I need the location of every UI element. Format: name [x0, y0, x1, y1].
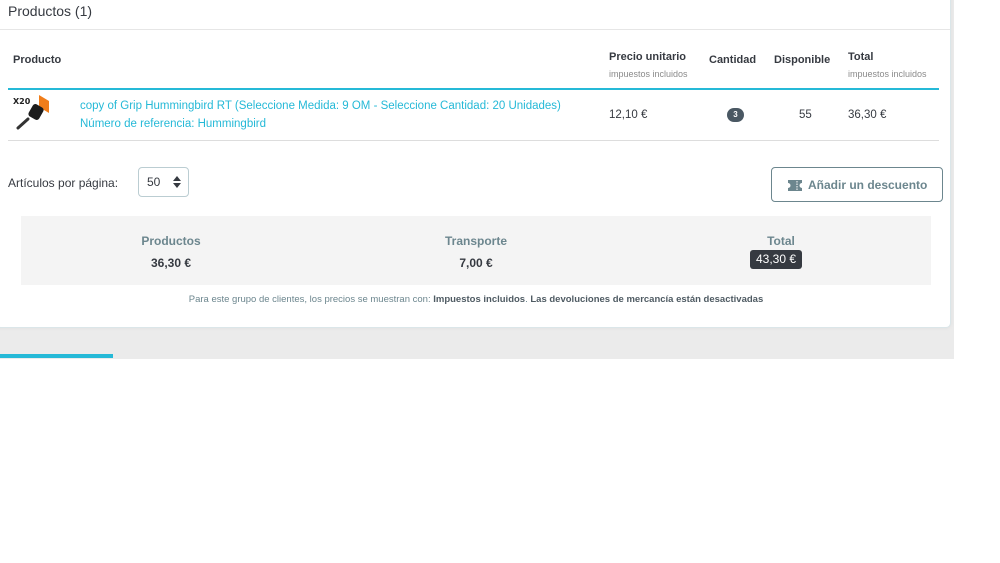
sort-arrows-icon	[173, 176, 181, 188]
footnote-prefix: Para este grupo de clientes, los precios…	[188, 294, 431, 305]
column-header-product: Producto	[13, 54, 62, 66]
summary-products-label: Productos	[141, 234, 201, 248]
summary-total-label: Total	[767, 234, 795, 248]
tab-active-indicator	[0, 354, 113, 358]
ticket-icon	[788, 180, 802, 191]
add-discount-button[interactable]: Añadir un descuento	[771, 167, 943, 202]
footnote-separator: .	[525, 294, 528, 305]
column-header-total-note: impuestos incluidos	[848, 69, 927, 79]
product-unit-price: 12,10 €	[609, 109, 648, 121]
product-name-link[interactable]: copy of Grip Hummingbird RT (Seleccione …	[80, 100, 561, 112]
order-summary: Productos 36,30 € Transporte 7,00 € Tota…	[21, 216, 931, 285]
panel-title: Productos (1)	[8, 3, 93, 19]
product-available-stock: 55	[799, 109, 812, 121]
product-reference: Número de referencia: Hummingbird	[80, 118, 266, 130]
summary-products-value: 36,30 €	[150, 256, 192, 270]
summary-shipping-value: 7,00 €	[459, 256, 493, 270]
products-panel: Productos (1) Producto Precio unitario i…	[0, 0, 951, 328]
per-page-value: 50	[147, 175, 161, 189]
per-page-label: Artículos por página:	[8, 176, 119, 190]
quantity-badge: 3	[727, 108, 744, 122]
product-thumbnail-badge: X20	[13, 97, 31, 106]
column-header-available: Disponible	[774, 54, 831, 66]
column-header-total: Total	[848, 51, 874, 63]
per-page-select[interactable]: 50	[138, 167, 189, 197]
column-header-unit-price: Precio unitario	[609, 51, 687, 63]
product-thumbnail-image: X20	[13, 95, 49, 130]
table-row-divider	[8, 140, 939, 141]
panel-header: Productos (1)	[0, 1, 950, 30]
table-header-divider	[8, 88, 939, 90]
add-discount-label: Añadir un descuento	[808, 178, 928, 192]
column-header-quantity: Cantidad	[709, 54, 757, 66]
product-total-price: 36,30 €	[848, 109, 887, 121]
footnote-tax-mode: Impuestos incluidos	[433, 294, 526, 305]
footnote-returns: Las devoluciones de mercancía están desa…	[530, 294, 764, 305]
summary-shipping-label: Transporte	[444, 234, 507, 248]
column-header-unit-price-note: impuestos incluidos	[609, 69, 688, 79]
pricing-footnote: Para este grupo de clientes, los precios…	[21, 294, 931, 305]
summary-total-badge: 43,30 €	[750, 250, 803, 269]
